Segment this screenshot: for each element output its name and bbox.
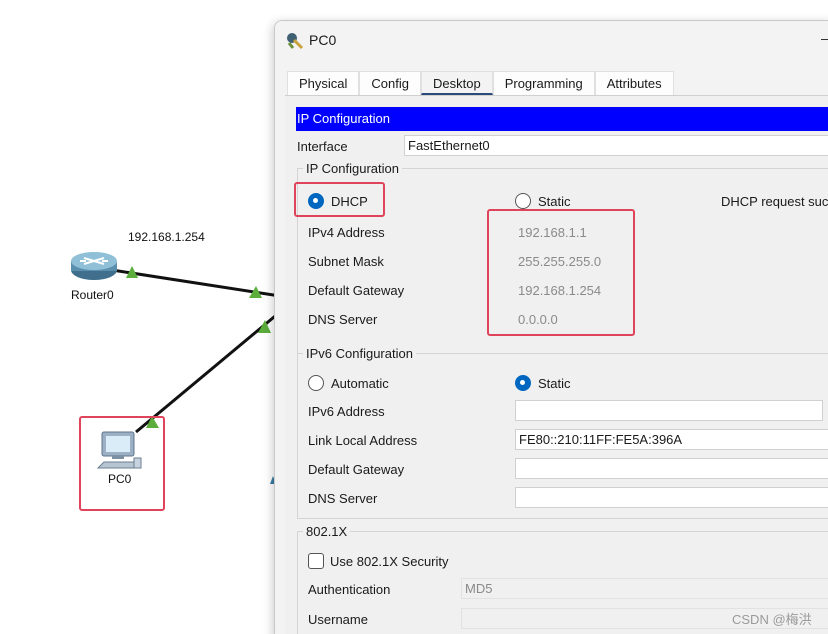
ipv6-dns-server-label: DNS Server [308, 491, 378, 506]
ipv4-values-highlight-box [487, 209, 635, 336]
router-icon[interactable] [71, 252, 117, 280]
ipv4-address-label: IPv4 Address [308, 225, 385, 240]
ipv6-address-label: IPv6 Address [308, 404, 385, 419]
tab-attributes[interactable]: Attributes [594, 71, 674, 95]
subnet-mask-label: Subnet Mask [308, 254, 384, 269]
router-ip-label: 192.168.1.254 [122, 228, 211, 246]
watermark: CSDN @梅洪 [732, 612, 812, 627]
window-title: PC0 [309, 32, 337, 48]
authentication-label: Authentication [308, 582, 391, 597]
default-gateway-label: Default Gateway [308, 283, 405, 298]
ipv4-group-title: IP Configuration [303, 161, 402, 176]
dot1x-group-title: 802.1X [303, 524, 351, 539]
static-radio[interactable] [515, 193, 531, 209]
ipv6-group-border [297, 518, 828, 519]
app-icon [287, 33, 304, 50]
ipv6-dns-server-input[interactable] [515, 487, 828, 508]
use-8021x-checkbox[interactable] [308, 553, 324, 569]
ipv6-automatic-label[interactable]: Automatic [331, 376, 389, 391]
static-label[interactable]: Static [538, 194, 571, 209]
ipv6-static-label[interactable]: Static [538, 376, 571, 391]
minimize-icon[interactable] [821, 39, 828, 40]
dot1x-group-border [297, 531, 828, 532]
pc0-window[interactable]: PC0 Physical Config Desktop Programming … [274, 20, 828, 634]
ip-config-header: IP Configuration [296, 107, 828, 131]
desktop-panel: IP Configuration Interface FastEthernet0… [285, 95, 828, 634]
dns-server-label: DNS Server [308, 312, 378, 327]
dhcp-highlight-box [294, 182, 385, 217]
username-label: Username [308, 612, 368, 627]
ipv6-address-input[interactable] [515, 400, 823, 421]
interface-label: Interface [297, 139, 348, 154]
tab-bar: Physical Config Desktop Programming Attr… [287, 71, 674, 95]
tab-config[interactable]: Config [359, 71, 421, 95]
tab-programming[interactable]: Programming [492, 71, 595, 95]
ipv6-automatic-radio[interactable] [308, 375, 324, 391]
dhcp-status-text: DHCP request suc [721, 194, 828, 209]
dot1x-group-border [297, 531, 298, 634]
router-label[interactable]: Router0 [71, 288, 114, 302]
ipv6-default-gateway-input[interactable] [515, 458, 828, 479]
ipv6-group-border [297, 353, 298, 518]
ipv6-default-gateway-label: Default Gateway [308, 462, 405, 477]
ipv6-group-title: IPv6 Configuration [303, 346, 416, 361]
tab-desktop[interactable]: Desktop [421, 71, 493, 95]
tab-physical[interactable]: Physical [287, 71, 360, 95]
link-local-address-label: Link Local Address [308, 433, 418, 448]
link-local-address-input[interactable]: FE80::210:11FF:FE5A:396A [515, 429, 828, 450]
pc-link-line [135, 310, 281, 434]
pc-highlight-box [79, 416, 165, 511]
window-titlebar[interactable]: PC0 [275, 21, 828, 61]
authentication-select[interactable]: MD5 [461, 578, 828, 599]
use-8021x-label[interactable]: Use 802.1X Security [330, 554, 449, 569]
interface-select[interactable]: FastEthernet0 [404, 135, 828, 156]
ipv6-static-radio[interactable] [515, 375, 531, 391]
